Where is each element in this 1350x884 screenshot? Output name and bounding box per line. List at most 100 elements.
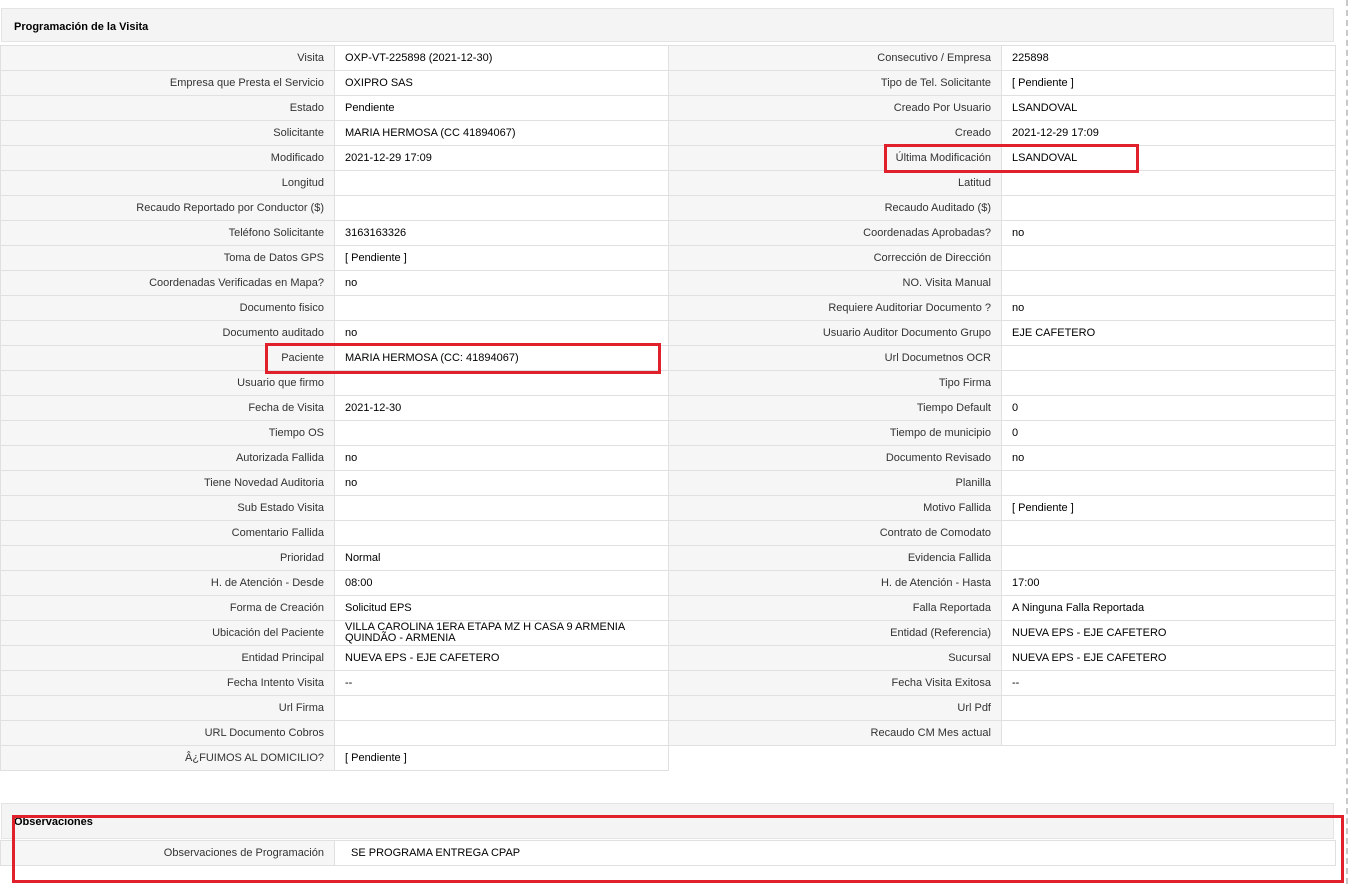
field-value: Pendiente <box>334 95 669 121</box>
table-row: Url Documetnos OCR <box>668 345 1336 371</box>
table-row: Usuario Auditor Documento Grupo EJE CAFET… <box>668 320 1336 346</box>
field-value: 2021-12-29 17:09 <box>1001 120 1336 146</box>
table-row: Estado Pendiente <box>0 95 669 121</box>
field-value <box>334 720 669 746</box>
field-value <box>334 520 669 546</box>
field-label: Entidad (Referencia) <box>668 620 1002 646</box>
table-row: Planilla <box>668 470 1336 496</box>
field-label: Última Modificación <box>668 145 1002 171</box>
field-label: Creado Por Usuario <box>668 95 1002 121</box>
field-value: NUEVA EPS - EJE CAFETERO <box>1001 645 1336 671</box>
field-label: Coordenadas Verificadas en Mapa? <box>0 270 335 296</box>
field-value: [ Pendiente ] <box>334 245 669 271</box>
field-label: Coordenadas Aprobadas? <box>668 220 1002 246</box>
field-label: Consecutivo / Empresa <box>668 45 1002 71</box>
table-row: Corrección de Dirección <box>668 245 1336 271</box>
field-value: EJE CAFETERO <box>1001 320 1336 346</box>
field-value: no <box>1001 445 1336 471</box>
table-row: Documento Revisado no <box>668 445 1336 471</box>
field-label: Forma de Creación <box>0 595 335 621</box>
table-row: Fecha Visita Exitosa -- <box>668 670 1336 696</box>
field-label: Comentario Fallida <box>0 520 335 546</box>
field-label: Documento Revisado <box>668 445 1002 471</box>
table-row: Solicitante MARIA HERMOSA (CC 41894067) <box>0 120 669 146</box>
field-value: MARIA HERMOSA (CC: 41894067) <box>334 345 669 371</box>
field-value: -- <box>334 670 669 696</box>
field-value: LSANDOVAL <box>1001 95 1336 121</box>
table-row: H. de Atención - Desde 08:00 <box>0 570 669 596</box>
field-value: 2021-12-30 <box>334 395 669 421</box>
visit-details-right-table: Consecutivo / Empresa 225898 Tipo de Tel. … <box>668 45 1336 746</box>
section-title: Programación de la Visita <box>14 21 149 33</box>
field-value: [ Pendiente ] <box>1001 495 1336 521</box>
field-value: A Ninguna Falla Reportada <box>1001 595 1336 621</box>
field-value: LSANDOVAL <box>1001 145 1336 171</box>
observaciones-table: Observaciones de Programación SE PROGRAM… <box>0 840 1336 866</box>
table-row: Visita OXP-VT-225898 (2021-12-30) <box>0 45 669 71</box>
field-value: no <box>334 320 669 346</box>
field-label: H. de Atención - Desde <box>0 570 335 596</box>
table-row: Tiempo Default 0 <box>668 395 1336 421</box>
field-label: Tipo Firma <box>668 370 1002 396</box>
table-row: Recaudo Auditado ($) <box>668 195 1336 221</box>
table-row: Entidad (Referencia) NUEVA EPS - EJE CAFE… <box>668 620 1336 646</box>
table-row: Coordenadas Verificadas en Mapa? no <box>0 270 669 296</box>
field-label: Requiere Auditoriar Documento ? <box>668 295 1002 321</box>
field-label: H. de Atención - Hasta <box>668 570 1002 596</box>
field-label: Tiempo de municipio <box>668 420 1002 446</box>
table-row: H. de Atención - Hasta 17:00 <box>668 570 1336 596</box>
field-label: URL Documento Cobros <box>0 720 335 746</box>
field-value <box>334 170 669 196</box>
field-label: Fecha Intento Visita <box>0 670 335 696</box>
table-row: Prioridad Normal <box>0 545 669 571</box>
table-row: Toma de Datos GPS[ Pendiente ] <box>0 245 669 271</box>
field-label: Latitud <box>668 170 1002 196</box>
observaciones-value: SE PROGRAMA ENTREGA CPAP <box>334 840 1336 866</box>
table-row: Sub Estado Visita <box>0 495 669 521</box>
field-value: 17:00 <box>1001 570 1336 596</box>
table-row: Paciente MARIA HERMOSA (CC: 41894067) <box>0 345 669 371</box>
table-row: Autorizada Fallida no <box>0 445 669 471</box>
field-value: 225898 <box>1001 45 1336 71</box>
table-row: Tiempo OS <box>0 420 669 446</box>
field-label: Sucursal <box>668 645 1002 671</box>
table-row: Longitud <box>0 170 669 196</box>
table-row: Ubicación del Paciente VILLA CAROLINA 1ER… <box>0 620 669 646</box>
field-value: VILLA CAROLINA 1ERA ETAPA MZ H CASA 9 AR… <box>334 620 669 646</box>
table-row: Motivo Fallida[ Pendiente ] <box>668 495 1336 521</box>
table-row: Comentario Fallida <box>0 520 669 546</box>
field-value: OXIPRO SAS <box>334 70 669 96</box>
table-row: Tipo de Tel. Solicitante[ Pendiente ] <box>668 70 1336 96</box>
table-row: Modificado 2021-12-29 17:09 <box>0 145 669 171</box>
field-label: Tiempo Default <box>668 395 1002 421</box>
field-label: Usuario Auditor Documento Grupo <box>668 320 1002 346</box>
field-label: Documento fisico <box>0 295 335 321</box>
table-row: Falla Reportada A Ninguna Falla Reportada <box>668 595 1336 621</box>
table-row: Url Pdf <box>668 695 1336 721</box>
field-label: Creado <box>668 120 1002 146</box>
field-value: no <box>334 270 669 296</box>
field-label: Documento auditado <box>0 320 335 346</box>
field-label: Contrato de Comodato <box>668 520 1002 546</box>
table-row: URL Documento Cobros <box>0 720 669 746</box>
table-row: Última Modificación LSANDOVAL <box>668 145 1336 171</box>
field-value: [ Pendiente ] <box>1001 70 1336 96</box>
field-value <box>1001 245 1336 271</box>
field-label: Modificado <box>0 145 335 171</box>
field-value: [ Pendiente ] <box>334 745 669 771</box>
field-value: Solicitud EPS <box>334 595 669 621</box>
field-value: 3163163326 <box>334 220 669 246</box>
field-value <box>334 195 669 221</box>
field-label: Falla Reportada <box>668 595 1002 621</box>
table-row: Documento auditado no <box>0 320 669 346</box>
field-value <box>334 420 669 446</box>
observaciones-label: Observaciones de Programación <box>0 840 335 866</box>
table-row: Recaudo CM Mes actual <box>668 720 1336 746</box>
field-value: no <box>1001 295 1336 321</box>
table-row: Recaudo Reportado por Conductor ($) <box>0 195 669 221</box>
field-label: Url Pdf <box>668 695 1002 721</box>
table-row: Coordenadas Aprobadas? no <box>668 220 1336 246</box>
field-value: 0 <box>1001 395 1336 421</box>
field-value: no <box>334 445 669 471</box>
table-row: Url Firma <box>0 695 669 721</box>
